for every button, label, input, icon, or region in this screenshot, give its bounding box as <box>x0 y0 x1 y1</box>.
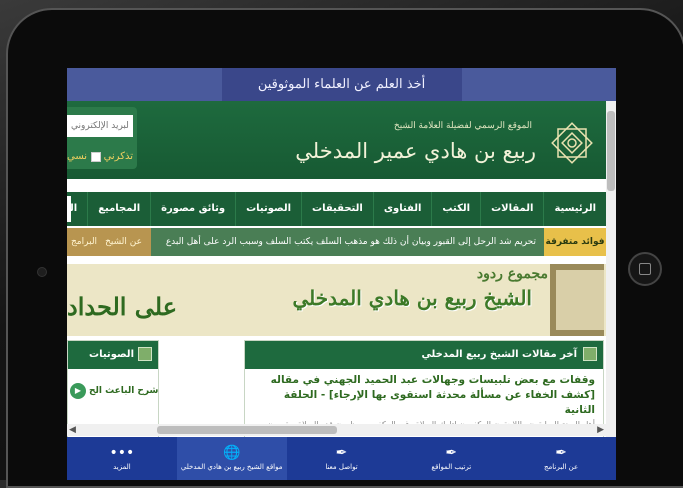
pattern-icon <box>583 347 597 361</box>
home-square-icon <box>639 263 651 275</box>
tab-sheikh-sites[interactable]: 🌐 مواقع الشيخ ربيع بن هادي المدخلي <box>176 437 287 480</box>
nav-item-collections[interactable]: المجاميع <box>87 192 150 226</box>
bottom-tab-bar: ••• المزيد 🌐 مواقع الشيخ ربيع بن هادي ال… <box>67 437 616 480</box>
nav-item-books[interactable]: الكتب <box>431 192 480 226</box>
tab-label: مواقع الشيخ ربيع بن هادي المدخلي <box>180 463 283 471</box>
vertical-scrollbar[interactable] <box>606 101 616 451</box>
tab-about-app[interactable]: ✒ عن البرنامج <box>506 437 616 480</box>
camera-icon <box>37 267 47 277</box>
tablet-frame: أخذ العلم عن العلماء الموثوقين الموقع ال… <box>0 0 683 488</box>
horizontal-scroll-thumb[interactable] <box>157 426 337 434</box>
remember-label: تذكرني <box>103 151 133 162</box>
articles-panel-title: آخر مقالات الشيخ ربيع المدخلي <box>421 349 577 360</box>
tab-about-sheikh[interactable]: عن الشيخ <box>101 228 146 256</box>
hero-subtitle: مجموع ردود <box>476 266 548 282</box>
audio-panel-title: الصوتيات <box>89 349 134 360</box>
main-nav: الرئيسية المقالات الكتب الفتاوى التحقيقا… <box>67 192 606 226</box>
quill-icon: ✒ <box>555 445 567 461</box>
audio-item-label: شرح الباعث الح <box>89 386 159 396</box>
tab-sort-sites[interactable]: ✒ ترتيب المواقع <box>396 437 506 480</box>
globe-icon: 🌐 <box>222 445 241 461</box>
hero-accent: على الحداد <box>67 292 178 321</box>
nav-edge <box>67 196 71 222</box>
login-box: تذكرني نسي <box>67 107 137 169</box>
more-dots-icon: ••• <box>109 445 135 461</box>
screen: أخذ العلم عن العلماء الموثوقين الموقع ال… <box>67 68 616 480</box>
tab-label: عن البرنامج <box>544 463 579 471</box>
play-icon[interactable]: ▶ <box>70 383 86 399</box>
remember-me-checkbox[interactable]: تذكرني <box>90 151 133 162</box>
vertical-scroll-thumb[interactable] <box>607 111 615 191</box>
tab-label: المزيد <box>113 463 131 471</box>
news-ticker: فوائد متفرقة تحريم شد الرحل إلى القبور و… <box>67 228 606 256</box>
ticker-label: فوائد متفرقة <box>544 228 606 256</box>
scroll-left-arrow-icon[interactable]: ◀ <box>69 424 76 436</box>
nav-item-audio[interactable]: الصوتيات <box>235 192 301 226</box>
tab-contact[interactable]: ✒ تواصل معنا <box>287 437 397 480</box>
articles-panel-header: آخر مقالات الشيخ ربيع المدخلي <box>245 341 603 369</box>
nav-item-documents[interactable]: وثائق مصورة <box>150 192 235 226</box>
tab-more[interactable]: ••• المزيد <box>67 437 177 480</box>
hero-banner[interactable]: مجموع ردود الشيخ ربيع بن هادي المدخلي عل… <box>67 264 606 336</box>
site-header: الموقع الرسمي لفضيلة العلامة الشيخ ربيع … <box>67 101 606 179</box>
hero-title: الشيخ ربيع بن هادي المدخلي <box>292 286 532 310</box>
quill-icon: ✒ <box>445 445 458 461</box>
tab-label: ترتيب المواقع <box>431 463 472 471</box>
nav-item-fatwas[interactable]: الفتاوى <box>372 192 432 226</box>
site-logo-icon <box>551 122 593 164</box>
nav-item-home[interactable]: الرئيسية <box>543 192 606 226</box>
horizontal-scrollbar[interactable]: ◀ ▶ <box>67 424 606 436</box>
home-button[interactable] <box>628 252 662 286</box>
article-link[interactable]: وقفات مع بعض تلبيسات وجهالات عبد الحميد … <box>245 369 603 418</box>
email-field[interactable] <box>67 115 133 137</box>
scroll-right-arrow-icon[interactable]: ▶ <box>597 424 604 436</box>
banner-text: أخذ العلم عن العلماء الموثوقين <box>221 68 462 101</box>
quill-icon: ✒ <box>335 445 348 461</box>
tab-programs[interactable]: البرامج <box>67 228 101 256</box>
site-subtitle: الموقع الرسمي لفضيلة العلامة الشيخ <box>393 121 532 131</box>
hero-ornament <box>550 264 604 336</box>
tab-label: تواصل معنا <box>325 463 358 471</box>
nav-item-articles[interactable]: المقالات <box>480 192 543 226</box>
audio-item[interactable]: شرح الباعث الح ▶ <box>70 383 158 399</box>
checkbox-icon[interactable] <box>90 151 101 162</box>
top-banner: أخذ العلم عن العلماء الموثوقين <box>67 68 616 101</box>
ticker-tabs: البرامج عن الشيخ <box>67 228 151 256</box>
ticker-text[interactable]: تحريم شد الرحل إلى القبور وبيان أن ذلك ه… <box>166 228 536 256</box>
nav-item-verifications[interactable]: التحقيقات <box>301 192 373 226</box>
pattern-icon <box>138 347 152 361</box>
audio-panel-header: الصوتيات <box>68 341 158 369</box>
site-name[interactable]: ربيع بن هادي عمير المدخلي <box>295 139 536 163</box>
forgot-link[interactable]: نسي <box>67 151 87 162</box>
